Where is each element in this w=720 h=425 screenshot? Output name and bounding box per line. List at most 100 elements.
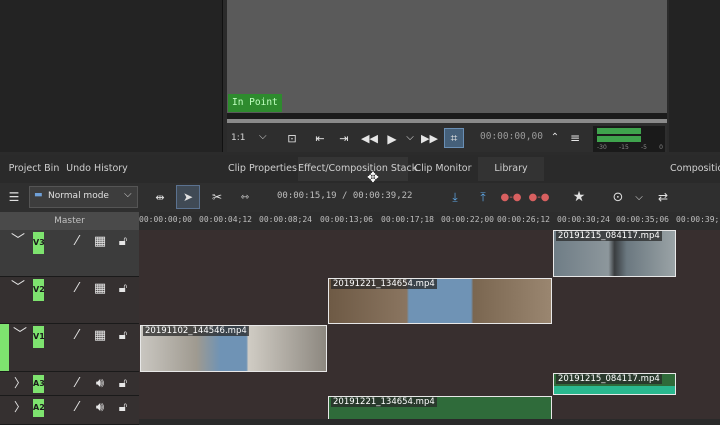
chevron-down-icon[interactable]: ⌵ xyxy=(405,131,415,145)
magic-wand-icon[interactable]: ⁄ xyxy=(70,282,84,296)
meter-label: -15 xyxy=(619,144,629,151)
ruler-label: 00:00:22;00 xyxy=(441,215,494,224)
track-header[interactable]: 〉 A2 ⁄ 🔊︎ 🔓︎ xyxy=(0,396,139,425)
insert-icon[interactable]: ⤓ xyxy=(444,185,466,209)
clip-name: 20191215_084117.mp4 xyxy=(556,374,662,384)
magic-wand-icon[interactable]: ⁄ xyxy=(70,401,84,415)
track-tag: A2 xyxy=(33,399,45,417)
audio-clip[interactable]: 20191215_084117.mp4 xyxy=(553,373,676,395)
monitor-controls: 1:1 ⌵ ⊡ ⇤ ⇥ ◀◀ ▶ ⌵ ▶▶ ⌗ 00:00:00,00 ⌃ ≡ … xyxy=(227,126,667,152)
selection-pointer-icon[interactable]: ➤ xyxy=(176,185,200,209)
extract-icon[interactable]: ●‑● xyxy=(528,185,550,209)
rewind-icon[interactable]: ◀◀ xyxy=(361,132,378,146)
lift-icon[interactable]: ●‑● xyxy=(500,185,522,209)
in-point-label: In Point xyxy=(228,94,282,112)
meter-label: -5 xyxy=(641,144,647,151)
project-monitor[interactable]: In Point 1:1 ⌵ ⊡ ⇤ ⇥ ◀◀ ▶ ⌵ ▶▶ ⌗ 00:00:0… xyxy=(227,0,667,152)
tab-effect-stack[interactable]: Effect/Composition Stack xyxy=(298,157,417,181)
chevron-down-icon[interactable]: ⌵ xyxy=(632,185,646,209)
razor-icon[interactable]: ✂ xyxy=(206,185,228,209)
video-clip[interactable]: 20191221_134654.mp4 xyxy=(328,278,552,324)
track-header[interactable]: ﹀ V1 ⁄ ▦ 🔓︎ xyxy=(0,324,139,372)
crop-icon: ⌗ xyxy=(450,131,458,145)
meter-label: -30 xyxy=(597,144,607,151)
fullscreen-icon[interactable]: ⊡ xyxy=(285,132,299,146)
ruler-label: 00:00:26;12 xyxy=(497,215,550,224)
monitor-timecode[interactable]: 00:00:00,00 xyxy=(480,131,543,142)
mark-out-icon[interactable]: ⇥ xyxy=(337,132,351,146)
magic-wand-icon[interactable]: ⁄ xyxy=(70,329,84,343)
lock-icon[interactable]: 🔓︎ xyxy=(116,329,130,343)
lock-icon[interactable]: 🔓︎ xyxy=(116,377,130,391)
cursor-move-icon: ✥ xyxy=(367,170,379,186)
mark-in-icon[interactable]: ⇤ xyxy=(313,132,327,146)
clip-name: 20191215_084117.mp4 xyxy=(556,231,662,241)
zoom-select[interactable]: 1:1 ⌵ xyxy=(231,130,271,146)
film-icon[interactable]: ▦ xyxy=(92,235,108,249)
ruler-label: 00:00:13;06 xyxy=(320,215,373,224)
play-icon[interactable]: ▶ xyxy=(385,132,399,146)
menu-icon[interactable]: ≡ xyxy=(569,131,581,145)
meter-bar-left xyxy=(597,128,641,134)
lock-icon[interactable]: 🔓︎ xyxy=(116,282,130,296)
meter-label: 0 xyxy=(659,144,663,151)
track-tag: A3 xyxy=(33,375,45,393)
clip-name: 20191102_144546.mp4 xyxy=(143,326,249,336)
mixer-icon[interactable]: ⇄ xyxy=(652,185,674,209)
magic-wand-icon[interactable]: ⁄ xyxy=(70,235,84,249)
speaker-icon[interactable]: 🔊︎ xyxy=(92,377,108,391)
ruler-strip xyxy=(227,119,667,123)
ruler-label: 00:00:04;12 xyxy=(199,215,252,224)
slip-tool-icon[interactable]: ⇿ xyxy=(234,185,256,209)
tab-undo-history[interactable]: Undo History xyxy=(66,157,128,181)
ruler-label: 00:00:00;00 xyxy=(139,215,192,224)
chevron-up-icon[interactable]: ⌃ xyxy=(550,131,560,145)
magic-wand-icon[interactable]: ⁄ xyxy=(70,377,84,391)
film-icon[interactable]: ▦ xyxy=(92,329,108,343)
timeline-scrollbar[interactable] xyxy=(139,419,720,425)
tab-compositions[interactable]: Compositio xyxy=(670,157,720,181)
chevron-icon[interactable]: 〉 xyxy=(14,376,26,390)
lock-icon[interactable]: 🔓︎ xyxy=(116,401,130,415)
monitor-video-area[interactable] xyxy=(227,0,667,113)
star-icon[interactable]: ★ xyxy=(568,185,590,209)
video-clip[interactable]: 20191215_084117.mp4 xyxy=(553,230,676,277)
chevron-icon[interactable]: 〉 xyxy=(14,400,26,414)
left-top-panel xyxy=(0,0,223,152)
fast-forward-icon[interactable]: ▶▶ xyxy=(421,132,438,146)
crop-button[interactable]: ⌗ xyxy=(444,128,464,148)
overwrite-icon[interactable]: ⤒ xyxy=(472,185,494,209)
meter-bar-right xyxy=(597,136,641,142)
master-header[interactable]: Master xyxy=(0,212,139,230)
track-header[interactable]: ﹀ V3 ⁄ ▦ 🔓︎ xyxy=(0,230,139,277)
edit-mode-select[interactable]: ▬ Normal mode ⌵ xyxy=(29,186,138,208)
chevron-icon[interactable]: ﹀ xyxy=(10,234,26,248)
meter-scale: -30 -15 -5 0 xyxy=(597,144,663,151)
clip-name: 20191221_134654.mp4 xyxy=(331,279,437,289)
edit-mode-icon: ▬ xyxy=(34,190,43,200)
track-header[interactable]: 〉 A3 ⁄ 🔊︎ 🔓︎ xyxy=(0,372,139,396)
video-clip[interactable]: 20191102_144546.mp4 xyxy=(140,325,327,372)
tab-library[interactable]: Library xyxy=(478,157,544,181)
active-track-indicator xyxy=(0,324,9,371)
chevron-icon[interactable]: ﹀ xyxy=(12,328,28,342)
chevron-icon[interactable]: ﹀ xyxy=(10,281,26,295)
settings-sliders-icon[interactable]: ☰ xyxy=(4,185,24,209)
track-header[interactable]: ﹀ V2 ⁄ ▦ 🔓︎ xyxy=(0,277,139,324)
track-v1: ﹀ V1 ⁄ ▦ 🔓︎ xyxy=(0,324,720,372)
chevron-down-icon: ⌵ xyxy=(259,131,267,142)
audio-meter: -30 -15 -5 0 xyxy=(593,126,665,152)
monitor-ruler[interactable] xyxy=(227,113,667,123)
ruler-label: 00:00:39;1 xyxy=(676,215,720,224)
speaker-icon[interactable]: 🔊︎ xyxy=(92,401,108,415)
record-icon[interactable]: ⊙ xyxy=(608,185,628,209)
timeline-position[interactable]: 00:00:15,19 / 00:00:39,22 xyxy=(277,191,412,201)
tab-clip-properties[interactable]: Clip Properties xyxy=(228,157,297,181)
spacer-tool-icon[interactable]: ⇹ xyxy=(149,185,171,209)
tab-project-bin[interactable]: Project Bin xyxy=(4,157,64,181)
tab-clip-monitor[interactable]: Clip Monitor xyxy=(414,157,472,181)
ruler-label: 00:00:35;06 xyxy=(616,215,669,224)
film-icon[interactable]: ▦ xyxy=(92,282,108,296)
edit-mode-label: Normal mode xyxy=(48,191,109,201)
lock-icon[interactable]: 🔓︎ xyxy=(116,235,130,249)
